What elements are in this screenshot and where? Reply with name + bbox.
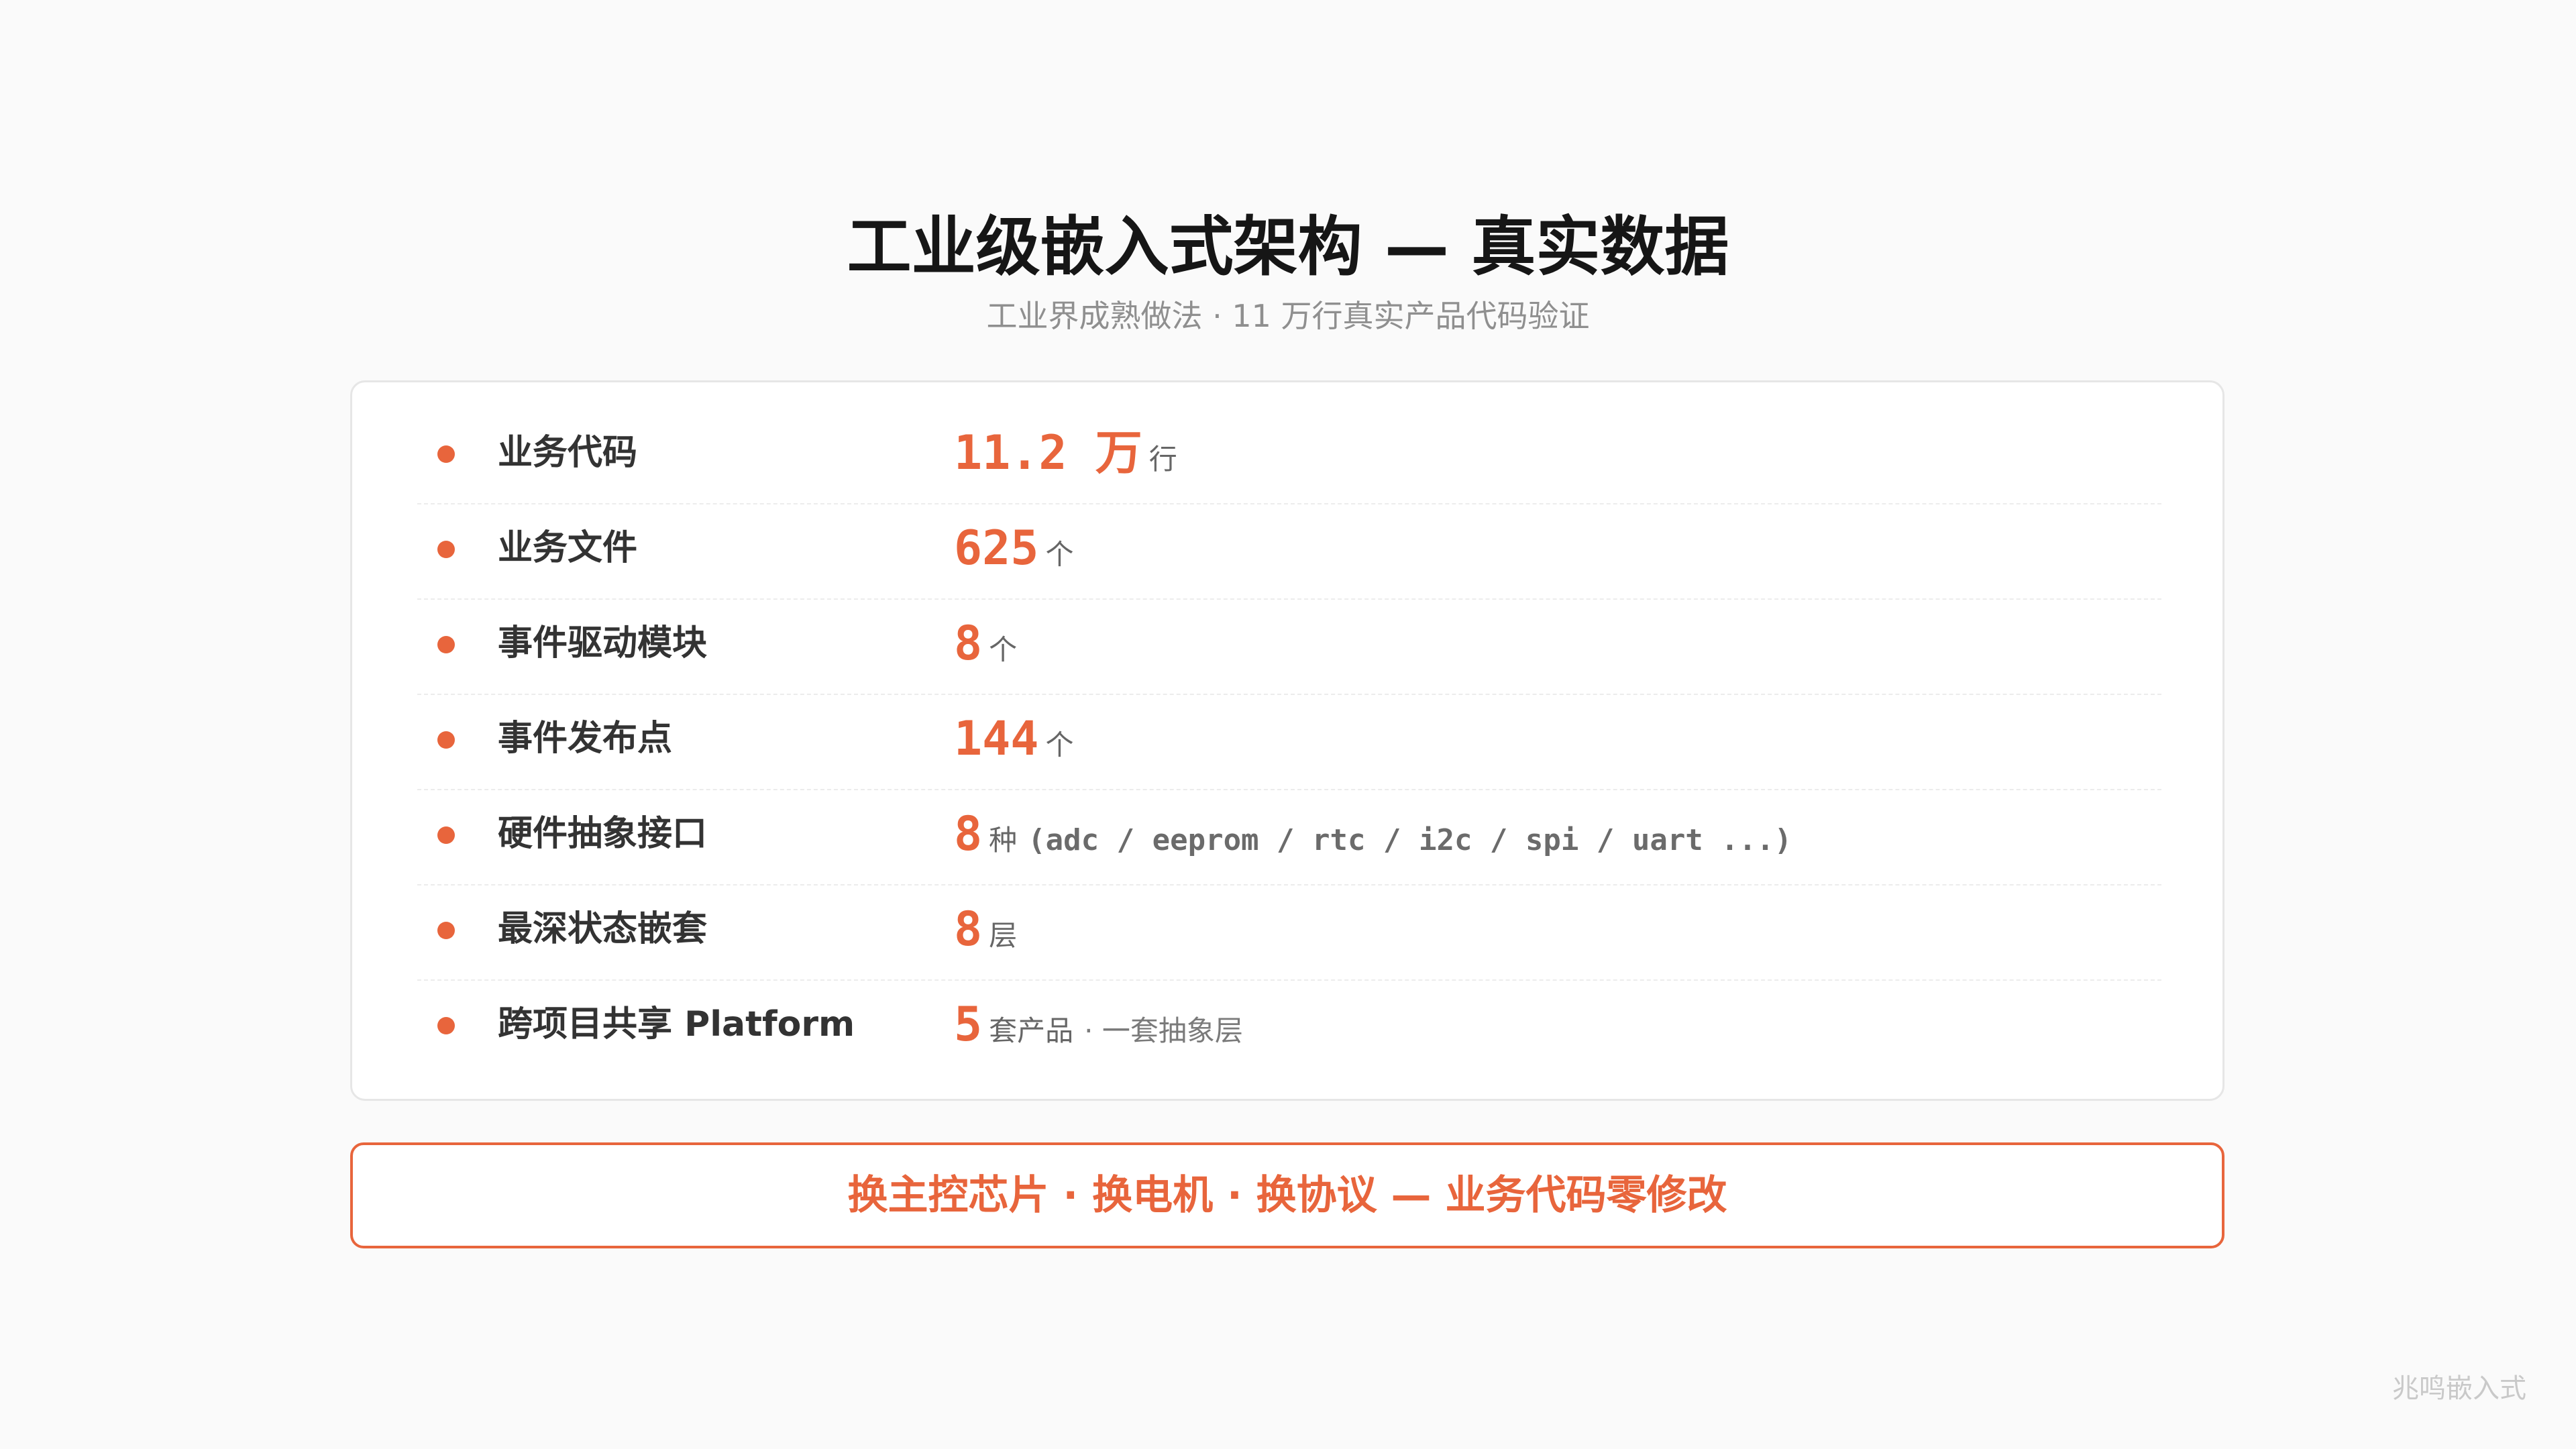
stat-value: 5 — [954, 997, 983, 1052]
stat-label: 业务代码 — [498, 433, 638, 473]
stat-value: 11.2 万 — [954, 425, 1142, 480]
bullet-icon — [437, 541, 455, 558]
stat-note: · 一套抽象层 — [1084, 1014, 1243, 1047]
watermark: 兆鸣嵌入式 — [2392, 1373, 2526, 1404]
stat-unit: 个 — [1045, 729, 1074, 761]
stat-unit: 种 — [989, 824, 1018, 857]
page-title: 工业级嵌入式架构 — 真实数据 — [847, 209, 1729, 284]
stat-row-hardware-interfaces: 硬件抽象接口 8 种 (adc / eeprom / rtc / i2c / spi… — [417, 790, 2161, 885]
stat-value-group: 11.2 万行 — [954, 409, 1177, 509]
bullet-icon — [437, 445, 455, 463]
page-subtitle: 工业界成熟做法 · 11 万行真实产品代码验证 — [986, 298, 1590, 334]
stat-value-group: 625 个 — [954, 504, 1073, 604]
stat-row-business-code: 业务代码 11.2 万行 — [417, 409, 2161, 504]
summary-banner: 换主控芯片 · 换电机 · 换协议 — 业务代码零修改 — [350, 1142, 2224, 1248]
stat-value-group: 8层 — [954, 885, 1017, 985]
stat-unit: 行 — [1148, 443, 1177, 476]
stat-value-group: 8 种 (adc / eeprom / rtc / i2c / spi / uart… — [954, 790, 1792, 890]
stat-value: 625 — [954, 521, 1039, 576]
stat-label: 跨项目共享 Platform — [498, 1004, 855, 1044]
stat-value: 8 — [954, 806, 983, 861]
bullet-icon — [437, 922, 455, 939]
stat-row-business-files: 业务文件 625 个 — [417, 504, 2161, 600]
stats-card: 业务代码 11.2 万行 业务文件 625 个 事件驱动模块 8个 事件发布点 1… — [350, 380, 2224, 1101]
stat-unit: 层 — [989, 919, 1018, 952]
stats-list: 业务代码 11.2 万行 业务文件 625 个 事件驱动模块 8个 事件发布点 1… — [417, 382, 2161, 1075]
stat-value-group: 144 个 — [954, 695, 1073, 795]
stat-label: 最深状态嵌套 — [498, 909, 708, 949]
stat-row-event-modules: 事件驱动模块 8个 — [417, 600, 2161, 695]
stat-label: 事件驱动模块 — [498, 623, 708, 663]
stat-value-group: 8个 — [954, 600, 1017, 700]
stat-value: 144 — [954, 711, 1039, 766]
bullet-icon — [437, 826, 455, 844]
stat-value: 8 — [954, 616, 983, 671]
bullet-icon — [437, 636, 455, 653]
stat-interface-list: (adc / eeprom / rtc / i2c / spi / uart .… — [1028, 823, 1792, 857]
stat-label: 业务文件 — [498, 528, 638, 568]
stat-value-group: 5 套产品 · 一套抽象层 — [954, 981, 1243, 1081]
stat-value: 8 — [954, 902, 983, 957]
stat-unit: 个 — [989, 633, 1018, 666]
stat-unit: 套产品 — [989, 1014, 1074, 1047]
stat-label: 事件发布点 — [498, 718, 673, 759]
bullet-icon — [437, 1017, 455, 1034]
bullet-icon — [437, 731, 455, 749]
stat-row-event-publish-points: 事件发布点 144 个 — [417, 695, 2161, 790]
stat-row-state-nesting: 最深状态嵌套 8层 — [417, 885, 2161, 981]
stat-row-shared-platform: 跨项目共享 Platform 5 套产品 · 一套抽象层 — [417, 981, 2161, 1075]
stat-unit: 个 — [1045, 538, 1074, 571]
stat-label: 硬件抽象接口 — [498, 814, 708, 854]
